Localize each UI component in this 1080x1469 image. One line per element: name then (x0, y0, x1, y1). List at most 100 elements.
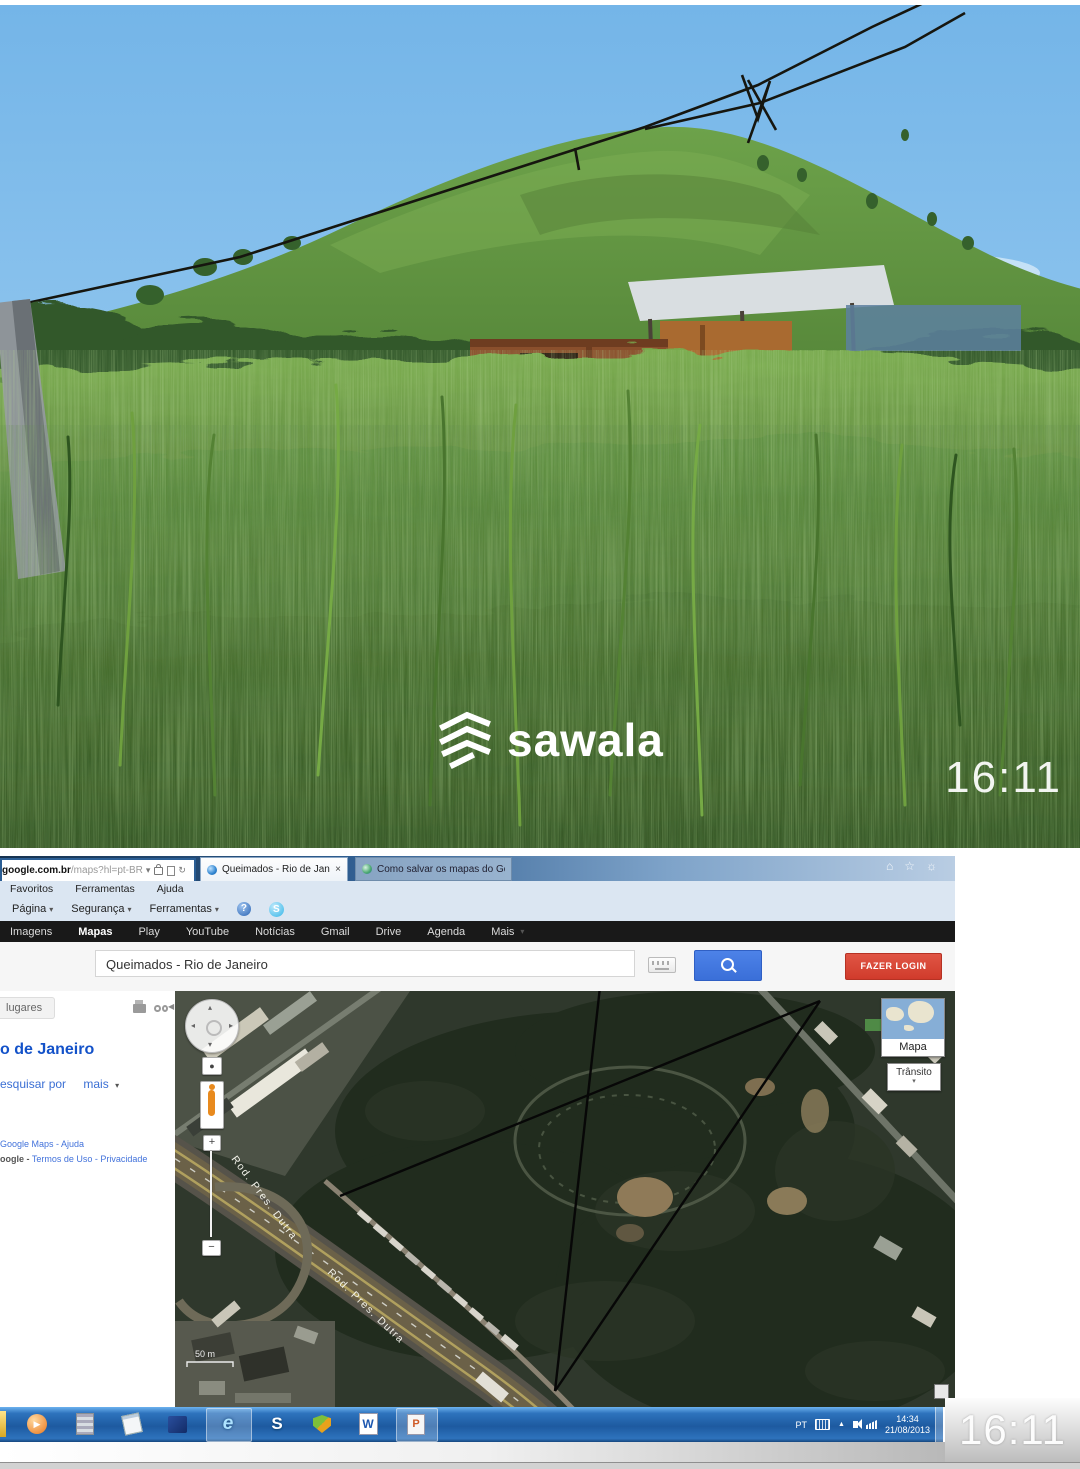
watermark-text: sawala (507, 713, 664, 767)
address-bar[interactable]: google.com.br/maps?hl=pt-BR ▾ ↻ (0, 858, 196, 883)
taskbar-notepad[interactable] (117, 1409, 147, 1439)
terms-privacy-links[interactable]: Termos de Uso - Privacidade (32, 1154, 148, 1164)
taskbar-calculator[interactable] (70, 1409, 100, 1439)
taskbar-word[interactable]: W (353, 1409, 383, 1439)
gbar-gmail[interactable]: Gmail (321, 926, 350, 938)
url-host: google.com.br (2, 865, 71, 876)
caret-down-icon: ▾ (215, 905, 219, 914)
scale-label: 50 m (195, 1349, 215, 1359)
menu-ajuda[interactable]: Ajuda (157, 883, 184, 895)
tab-close-icon[interactable]: × (335, 864, 341, 875)
search-button[interactable] (694, 950, 762, 981)
command-bar: Página▾ Segurança▾ Ferramentas▾ ? S (0, 897, 955, 922)
media-player-icon: ▶ (27, 1414, 47, 1434)
menu-favoritos[interactable]: Favoritos (10, 883, 53, 895)
url-path: /maps?hl=pt-BR (71, 865, 143, 876)
places-tab[interactable]: lugares (0, 997, 55, 1019)
map-viewport[interactable]: Rod. Pres. Dutra Rod. Pres. Dutra 50 m ▴… (175, 991, 955, 1407)
recenter-button[interactable]: ● (202, 1057, 222, 1075)
traffic-button[interactable]: Trânsito ▾ (887, 1063, 941, 1091)
zoom-in-button[interactable]: + (203, 1135, 221, 1151)
taskbar-app[interactable] (162, 1409, 192, 1439)
streetview-pegman[interactable] (200, 1081, 224, 1129)
taskbar-antivirus[interactable] (307, 1409, 337, 1439)
gbar-mais[interactable]: Mais▾ (491, 926, 524, 938)
windows-taskbar: ▶ e S W P PT ▲ 14:34 21/08/2013 (0, 1407, 943, 1442)
menu-ferramentas[interactable]: Ferramentas (75, 883, 135, 895)
taskbar-internet-explorer[interactable]: e (213, 1409, 243, 1439)
page-content: lugares ◀ o de Janeiro esquisar por mais… (0, 991, 955, 1407)
network-icon[interactable] (866, 1420, 877, 1429)
caret-down-icon: ▾ (888, 1079, 940, 1085)
zoom-slider-track[interactable] (210, 1151, 212, 1237)
language-indicator[interactable]: PT (796, 1420, 808, 1430)
result-heading: o de Janeiro (0, 1041, 94, 1059)
menu-bar: Favoritos Ferramentas Ajuda (0, 881, 955, 897)
print-icon[interactable] (133, 1004, 146, 1013)
show-desktop-button[interactable] (935, 1407, 943, 1442)
search-row: Queimados - Rio de Janeiro FAZER LOGIN (0, 942, 955, 992)
browser-screenshot: google.com.br/maps?hl=pt-BR ▾ ↻ Queimado… (0, 856, 955, 1407)
login-button[interactable]: FAZER LOGIN (845, 953, 942, 980)
gbar-drive[interactable]: Drive (376, 926, 402, 938)
skype-addon-icon[interactable]: S (269, 902, 284, 917)
taskbar-skype[interactable]: S (262, 1409, 292, 1439)
pan-control[interactable]: ▴ ▾ ◂ ▸ (185, 999, 239, 1053)
pan-down-icon[interactable]: ▾ (208, 1040, 212, 1049)
blue-app-icon (168, 1416, 187, 1433)
cmd-ferramentas[interactable]: Ferramentas▾ (150, 903, 219, 915)
pegman-icon (208, 1090, 215, 1116)
home-icon[interactable]: ⌂ (886, 859, 893, 873)
browser-titlebar: google.com.br/maps?hl=pt-BR ▾ ↻ Queimado… (0, 856, 955, 881)
pan-up-icon[interactable]: ▴ (208, 1003, 212, 1012)
tab-como-salvar[interactable]: Como salvar os mapas do Goo... (355, 857, 512, 881)
maps-help-link[interactable]: Google Maps - Ajuda (0, 1139, 84, 1149)
internet-explorer-icon: e (223, 1413, 234, 1435)
center-dot-icon: ● (209, 1061, 214, 1071)
tray-time: 14:34 (896, 1414, 919, 1424)
more-link[interactable]: mais ▾ (83, 1077, 119, 1091)
gbar-agenda[interactable]: Agenda (427, 926, 465, 938)
tray-up-arrow-icon[interactable]: ▲ (838, 1421, 845, 1428)
favorites-star-icon[interactable]: ☆ (904, 859, 915, 873)
search-input[interactable]: Queimados - Rio de Janeiro (95, 950, 635, 977)
collapse-panel-icon[interactable]: ◀ (168, 1002, 174, 1011)
address-dropdown-icon[interactable]: ▾ (146, 865, 151, 876)
caret-down-icon: ▾ (115, 1081, 119, 1090)
keyboard-tray-icon[interactable] (815, 1419, 830, 1430)
refresh-icon[interactable]: ↻ (178, 865, 186, 876)
gbar-youtube[interactable]: YouTube (186, 926, 229, 938)
satellite-map[interactable]: Rod. Pres. Dutra Rod. Pres. Dutra 50 m (175, 991, 955, 1407)
tray-clock[interactable]: 14:34 21/08/2013 (885, 1414, 930, 1436)
map-type-button[interactable]: Mapa (881, 998, 945, 1057)
link-icon[interactable] (154, 1005, 168, 1012)
legal-links[interactable]: oogle - Termos de Uso - Privacidade (0, 1154, 147, 1164)
zoom-out-button[interactable]: − (202, 1240, 221, 1256)
tab-title: Como salvar os mapas do Goo... (377, 864, 505, 875)
folder-icon[interactable] (0, 1411, 6, 1437)
taskbar-media-player[interactable]: ▶ (22, 1409, 52, 1439)
gbar-play[interactable]: Play (138, 926, 159, 938)
taskbar-office[interactable]: P (401, 1409, 431, 1439)
speaker-icon[interactable] (853, 1421, 858, 1428)
word-icon: W (359, 1413, 378, 1435)
tab-title: Queimados - Rio de Janeiro... (222, 864, 330, 875)
bottom-gradient-band (0, 1442, 1080, 1462)
cmd-seguranca[interactable]: Segurança▾ (71, 903, 131, 915)
pan-left-icon[interactable]: ◂ (191, 1021, 195, 1030)
compatibility-icon[interactable] (167, 866, 175, 876)
gbar-mapas[interactable]: Mapas (78, 926, 112, 938)
tab-queimados[interactable]: Queimados - Rio de Janeiro... × (200, 857, 348, 881)
cmd-pagina[interactable]: Página▾ (12, 903, 53, 915)
gbar-noticias[interactable]: Notícias (255, 926, 295, 938)
gbar-imagens[interactable]: Imagens (10, 926, 52, 938)
map-corner-button[interactable] (934, 1384, 949, 1399)
pan-right-icon[interactable]: ▸ (229, 1021, 233, 1030)
pan-center[interactable] (206, 1020, 222, 1036)
search-by-row: esquisar por mais ▾ (0, 1077, 119, 1091)
keyboard-icon[interactable] (648, 957, 676, 973)
help-icon[interactable]: ? (237, 902, 251, 916)
grass-texture-dark (0, 425, 1080, 848)
gear-icon[interactable]: ☼ (926, 859, 937, 873)
calculator-icon (76, 1413, 94, 1435)
